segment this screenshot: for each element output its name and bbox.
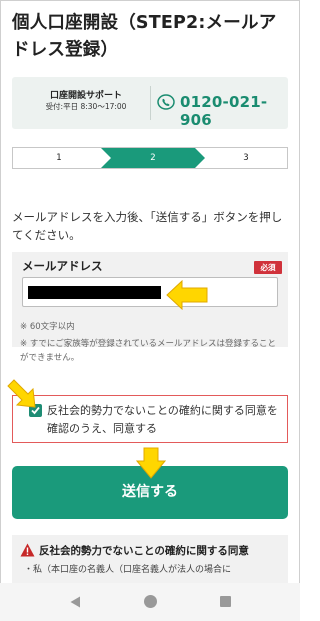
email-note-length: ※ 60文字以内 bbox=[20, 322, 75, 332]
instruction-text: メールアドレスを入力後、「送信する」ボタンを押してください。 bbox=[12, 210, 283, 242]
recents-icon[interactable] bbox=[220, 596, 231, 607]
consent-box: 反社会的勢力でないことの確約に関する同意を確認のうえ、同意する bbox=[12, 395, 288, 443]
support-name: 口座開設サポート bbox=[49, 91, 122, 101]
consent-text: 反社会的勢力でないことの確約に関する同意を確認のうえ、同意する bbox=[47, 404, 278, 435]
phone-icon bbox=[157, 94, 175, 110]
support-divider bbox=[150, 86, 151, 120]
arrow-down-annotation-icon bbox=[136, 447, 166, 479]
step-1: 1 bbox=[56, 153, 62, 163]
support-box: 口座開設サポート 受付:平日 8:30～17:00 0120-021-906 bbox=[12, 77, 288, 129]
support-hours: 受付:平日 8:30～17:00 bbox=[45, 102, 127, 111]
android-nav-bar bbox=[0, 583, 300, 621]
home-icon[interactable] bbox=[144, 595, 157, 608]
warning-body: ・私（本口座の名義人（口座名義人が法人の場合に bbox=[24, 565, 232, 575]
required-badge: 必須 bbox=[254, 261, 282, 274]
step-3: 3 bbox=[243, 153, 249, 163]
step-indicator: 1 2 3 bbox=[12, 147, 288, 169]
warning-title: 反社会的勢力でないことの確約に関する同意 bbox=[39, 545, 249, 557]
phone-number[interactable]: 0120-021-906 bbox=[180, 93, 288, 129]
arrow-diagonal-annotation-icon bbox=[7, 379, 36, 408]
email-note-duplicate: ※ すでにご家族等が登録されているメールアドレスは登録することができません。 bbox=[20, 339, 276, 363]
step-2-active: 2 bbox=[101, 148, 205, 168]
email-label: メールアドレス bbox=[22, 259, 103, 273]
warning-icon bbox=[20, 543, 35, 557]
step-2-label: 2 bbox=[150, 153, 156, 163]
email-input[interactable] bbox=[22, 277, 278, 307]
arrow-left-annotation-icon bbox=[166, 280, 208, 310]
redacted-email-bar bbox=[28, 286, 161, 299]
back-icon[interactable] bbox=[70, 596, 81, 608]
page-title: 個人口座開設（STEP2:メールアドレス登録） bbox=[12, 13, 277, 60]
